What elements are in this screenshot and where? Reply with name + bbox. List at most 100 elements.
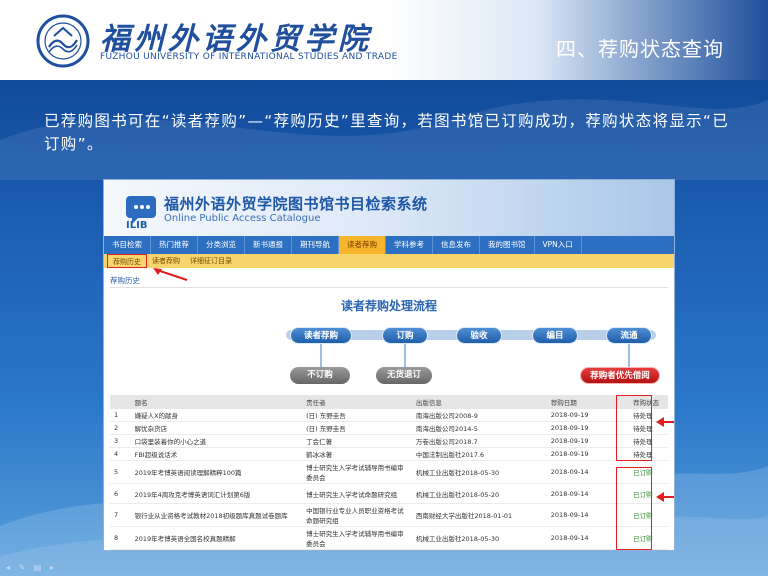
slide-header: 福州外语外贸学院 FUZHOU UNIVERSITY OF INTERNATIO… bbox=[0, 0, 768, 80]
opac-main-nav: 书目检索 热门推荐 分类浏览 新书通报 期刊导航 读者荐购 学科参考 信息发布 我的图书馆 VPN… bbox=[104, 236, 674, 254]
opac-header: ILIB 福州外语外贸学院图书馆书目检索系统 Online Public Acc… bbox=[104, 180, 674, 236]
table-row[interactable]: 5 2019年考博英语阅读理解精粹100篇 博士研究生入学考试辅导用书编审委员会 机械… bbox=[110, 460, 668, 484]
slide-controls[interactable]: ◂ ✎ ▤ ▸ bbox=[6, 563, 57, 572]
table-row[interactable]: 1 嫌疑人X的献身 (日) 东野圭吾 南海出版公司2008-9 2018-09-19 待处… bbox=[110, 409, 668, 422]
nav-tab[interactable]: 热门推荐 bbox=[151, 236, 198, 254]
flow-title: 读者荐购处理流程 bbox=[340, 299, 437, 313]
column-header-no bbox=[110, 395, 131, 409]
opac-system-subtitle: Online Public Access Catalogue bbox=[164, 213, 321, 224]
cell-title: 嫌疑人X的献身 bbox=[130, 409, 303, 422]
nav-tab[interactable]: 信息发布 bbox=[433, 236, 480, 254]
cell-author: 博士研究生入学考试辅导用书编审委员会 bbox=[302, 526, 412, 550]
nav-tab[interactable]: 期刊导航 bbox=[292, 236, 339, 254]
cell-publisher: 机械工业出版社2018-05-20 bbox=[411, 483, 547, 504]
cell-date: 2018-09-19 bbox=[546, 434, 630, 448]
cell-number: 5 bbox=[110, 460, 131, 484]
cell-publisher: 万卷出版公司2018.7 bbox=[411, 434, 547, 448]
ilib-logo-text: ILIB bbox=[126, 220, 148, 231]
opac-system-title: 福州外语外贸学院图书馆书目检索系统 bbox=[164, 195, 428, 213]
cell-publisher: 机械工业出版社2018-05-30 bbox=[411, 460, 547, 484]
cell-author: 鹤冰冰著 bbox=[302, 447, 412, 461]
nav-tab[interactable]: VPN入口 bbox=[535, 236, 582, 254]
divider bbox=[110, 287, 668, 288]
column-header-status: 荐购状态 bbox=[629, 395, 668, 409]
flow-outcome-refund: 无货退订 bbox=[376, 367, 432, 384]
cell-date: 2018-09-14 bbox=[546, 483, 630, 504]
table-row[interactable]: 7 银行业从业资格考试教材2018初级题库真题试卷题库 中国银行业专业人员职业资格考… bbox=[110, 503, 668, 527]
cell-number: 4 bbox=[110, 447, 131, 461]
flow-step-circulate: 流通 bbox=[606, 327, 652, 344]
library-opac-screenshot: ILIB 福州外语外贸学院图书馆书目检索系统 Online Public Acc… bbox=[104, 180, 674, 550]
cell-publisher: 南海出版公司2008-9 bbox=[411, 409, 547, 422]
slide-title: 四、荐购状态查询 bbox=[556, 37, 724, 61]
cell-date: 2018-09-14 bbox=[546, 503, 630, 527]
cell-title: 2019年考博英语全国名校真题精解 bbox=[130, 526, 303, 550]
instruction-caption: 已荐购图书可在“读者荐购”—“荐购历史”里查询，若图书馆已订购成功，荐购状态将显… bbox=[44, 112, 730, 153]
table-row[interactable]: 2 解忧杂货店 (日) 东野圭吾 南海出版公司2014-5 2018-09-19 待处理 bbox=[110, 421, 668, 435]
university-english-name: FUZHOU UNIVERSITY OF INTERNATIONAL STUDI… bbox=[100, 52, 398, 62]
cell-number: 8 bbox=[110, 526, 131, 550]
cell-date: 2018-09-19 bbox=[546, 421, 630, 435]
cell-publisher: 西南财经大学出版社2018-01-01 bbox=[411, 503, 547, 527]
column-header-publisher: 出版信息 bbox=[411, 395, 547, 409]
flow-connector bbox=[404, 344, 406, 367]
table-header-row: 题名 责任者 出版信息 荐购日期 荐购状态 bbox=[110, 395, 668, 409]
cell-status: 已订购 bbox=[629, 460, 668, 484]
nav-tab[interactable]: 分类浏览 bbox=[198, 236, 245, 254]
flow-step-order: 订购 bbox=[382, 327, 428, 344]
cell-date: 2018-09-19 bbox=[546, 409, 630, 422]
nav-tab[interactable]: 读者荐购 bbox=[339, 236, 386, 254]
flow-step-catalog: 编目 bbox=[532, 327, 578, 344]
flow-step-recommend: 读者荐购 bbox=[290, 327, 352, 344]
cell-date: 2018-09-14 bbox=[546, 460, 630, 484]
cell-author: 中国银行业专业人员职业资格考试命题研究组 bbox=[302, 503, 412, 527]
cell-number: 7 bbox=[110, 503, 131, 527]
flow-outcome-priority-borrow: 荐购者优先借阅 bbox=[580, 367, 660, 384]
column-header-author: 责任者 bbox=[302, 395, 412, 409]
cell-author: (日) 东野圭吾 bbox=[302, 409, 412, 422]
nav-tab[interactable]: 我的图书馆 bbox=[480, 236, 535, 254]
cell-author: 丁会仁著 bbox=[302, 434, 412, 448]
flow-outcome-no-order: 不订购 bbox=[290, 367, 350, 384]
flow-connector bbox=[320, 344, 322, 367]
cell-status: 已订购 bbox=[629, 526, 668, 550]
cell-date: 2018-09-19 bbox=[546, 447, 630, 461]
recommend-history-table: 题名 责任者 出版信息 荐购日期 荐购状态 1 嫌疑人X的献身 (日) 东野圭吾 南海… bbox=[110, 395, 668, 550]
cell-status: 待处理 bbox=[629, 434, 668, 448]
cell-title: 银行业从业资格考试教材2018初级题库真题试卷题库 bbox=[130, 503, 303, 527]
table-row[interactable]: 4 FBI超级说话术 鹤冰冰著 中国法制出版社2017.6 2018-09-19 待处理 bbox=[110, 447, 668, 461]
cell-status: 待处理 bbox=[629, 447, 668, 461]
table-row[interactable]: 6 2019年4周攻克考博英语词汇计划第6版 博士研究生入学考试命题研究组 机械工业出… bbox=[110, 483, 668, 504]
cell-publisher: 机械工业出版社2018-05-30 bbox=[411, 526, 547, 550]
cell-publisher: 中国法制出版社2017.6 bbox=[411, 447, 547, 461]
cell-title: 2019年4周攻克考博英语词汇计划第6版 bbox=[130, 483, 303, 504]
flow-connector bbox=[628, 344, 630, 367]
column-header-date: 荐购日期 bbox=[546, 395, 630, 409]
cell-author: 博士研究生入学考试命题研究组 bbox=[302, 483, 412, 504]
cell-publisher: 南海出版公司2014-5 bbox=[411, 421, 547, 435]
cell-number: 3 bbox=[110, 434, 131, 448]
cell-author: 博士研究生入学考试辅导用书编审委员会 bbox=[302, 460, 412, 484]
opac-sub-nav: 荐购历史 读者荐购 详细征订目录 bbox=[104, 254, 674, 268]
nav-tab[interactable]: 新书通报 bbox=[245, 236, 292, 254]
cell-title: 口袋里装着你的小心之道 bbox=[130, 434, 303, 448]
cell-title: 2019年考博英语阅读理解精粹100篇 bbox=[130, 460, 303, 484]
cell-author: (日) 东野圭吾 bbox=[302, 421, 412, 435]
table-row[interactable]: 3 口袋里装着你的小心之道 丁会仁著 万卷出版公司2018.7 2018-09-19 待处… bbox=[110, 434, 668, 448]
nav-tab[interactable]: 书目检索 bbox=[104, 236, 151, 254]
flow-step-accept: 验收 bbox=[456, 327, 502, 344]
table-row[interactable]: 8 2019年考博英语全国名校真题精解 博士研究生入学考试辅导用书编审委员会 机械工业… bbox=[110, 526, 668, 550]
red-arrow-icon bbox=[153, 268, 188, 281]
subnav-item-order-catalog[interactable]: 详细征订目录 bbox=[185, 254, 237, 268]
cell-title: FBI超级说话术 bbox=[130, 447, 303, 461]
cell-title: 解忧杂货店 bbox=[130, 421, 303, 435]
cell-number: 2 bbox=[110, 421, 131, 435]
red-arrow-icon bbox=[656, 492, 674, 502]
cell-status: 已订购 bbox=[629, 503, 668, 527]
column-header-title: 题名 bbox=[130, 395, 303, 409]
subnav-item-history[interactable]: 荐购历史 bbox=[107, 254, 147, 268]
breadcrumb: 荐购历史 bbox=[110, 276, 140, 285]
nav-tab[interactable]: 学科参考 bbox=[386, 236, 433, 254]
red-arrow-icon bbox=[656, 417, 674, 427]
cell-date: 2018-09-14 bbox=[546, 526, 630, 550]
